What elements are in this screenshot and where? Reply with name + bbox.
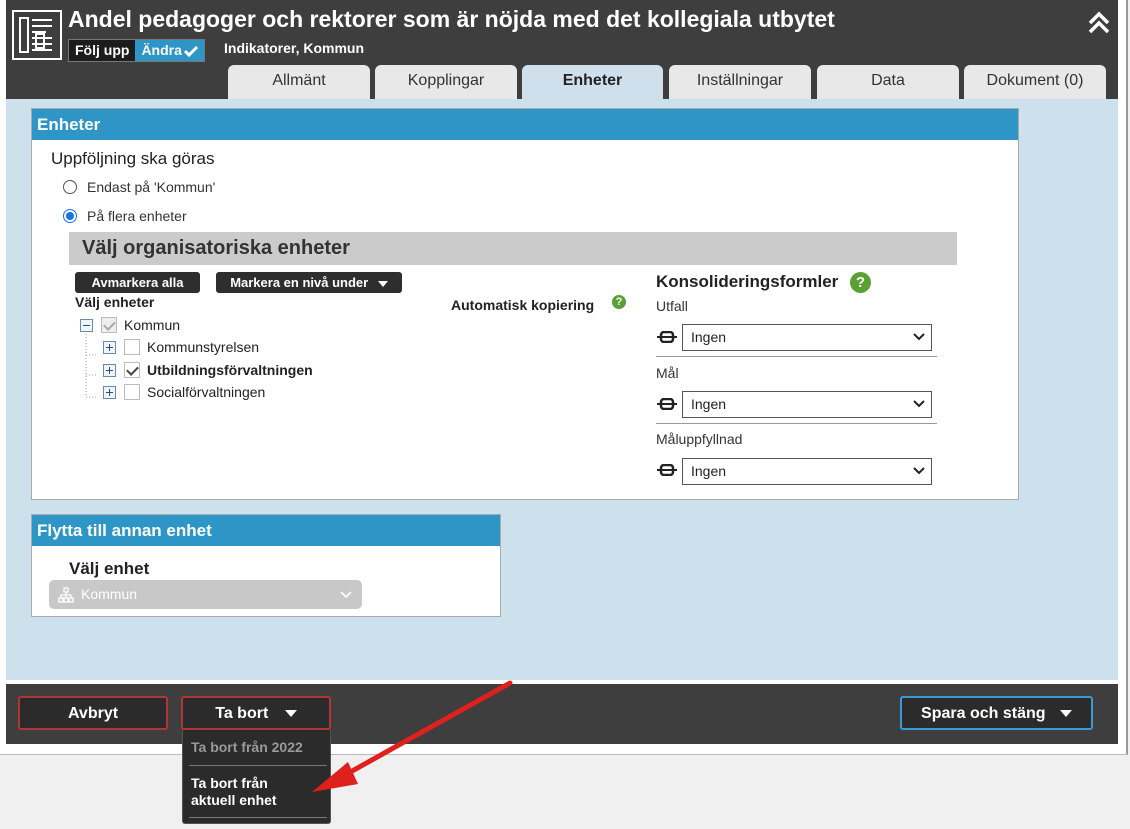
annotation-arrow-icon — [312, 680, 513, 792]
